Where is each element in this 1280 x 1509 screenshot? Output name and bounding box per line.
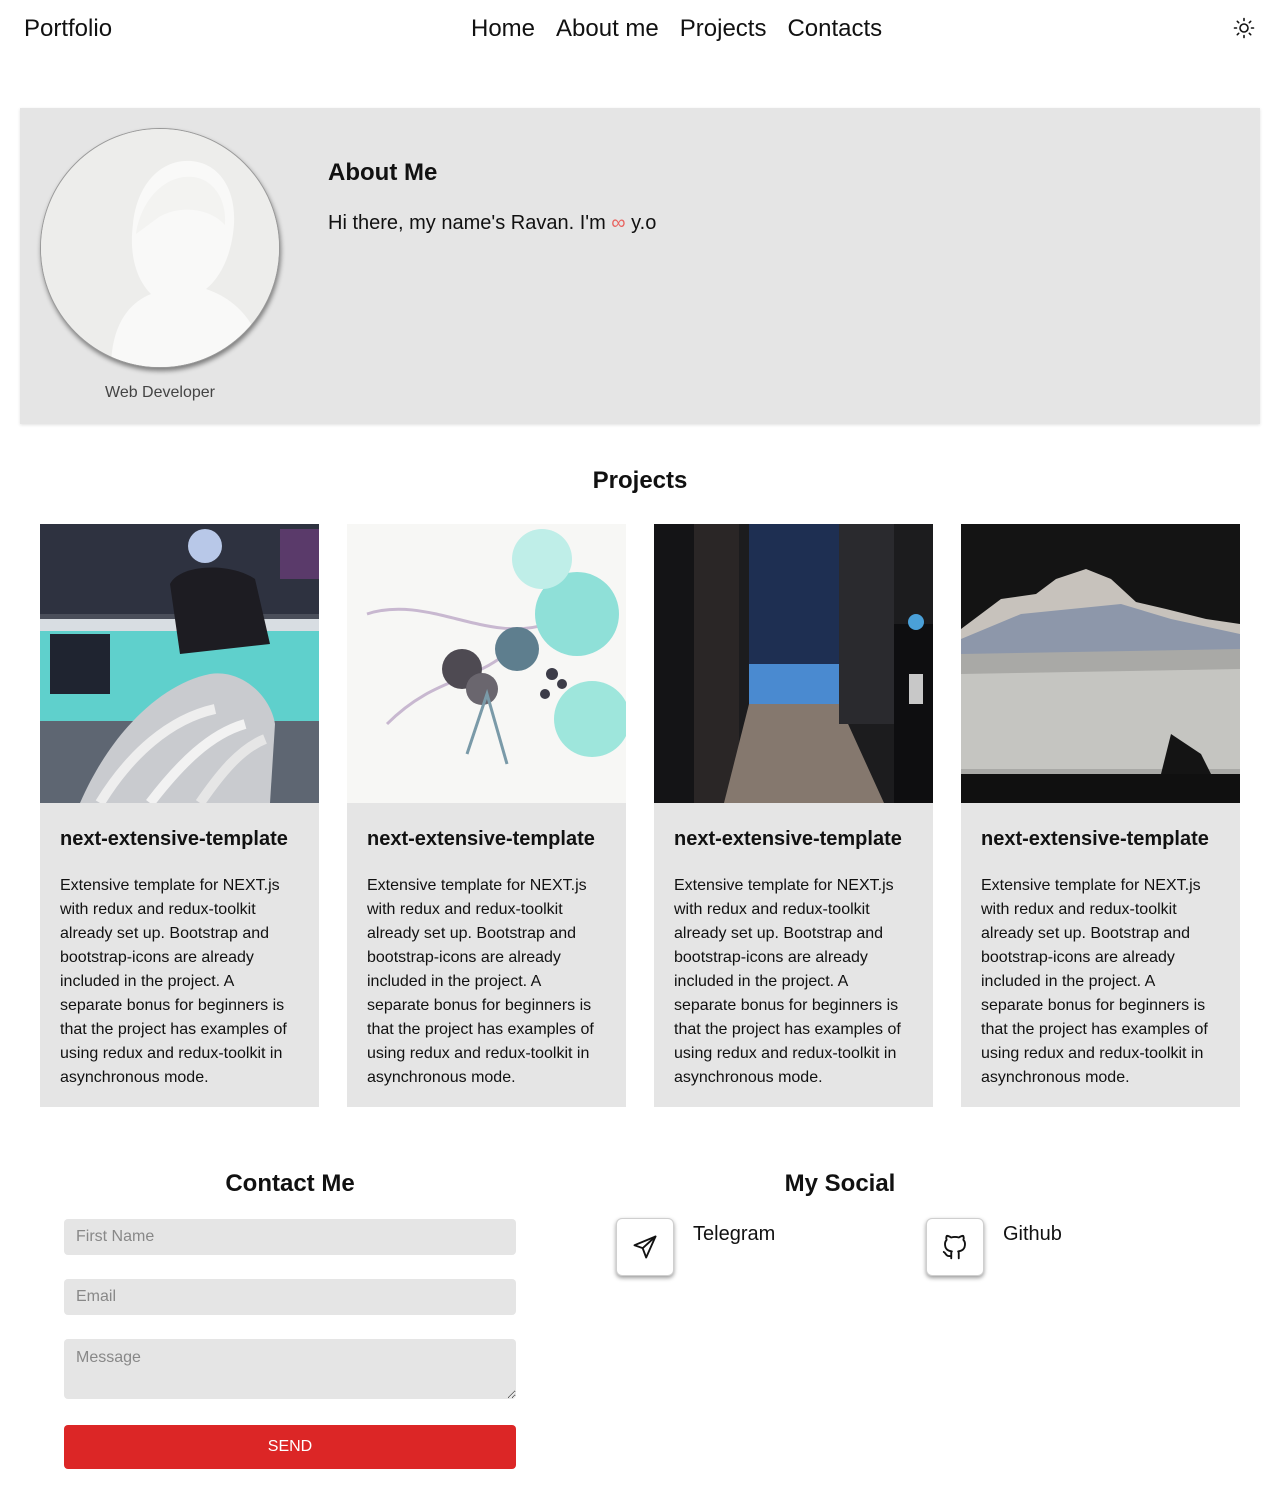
project-card[interactable]: next-extensive-template Extensive templa… bbox=[347, 524, 626, 1107]
message-textarea[interactable] bbox=[64, 1339, 516, 1399]
sun-icon[interactable] bbox=[1232, 16, 1256, 40]
about-title: About Me bbox=[328, 159, 438, 186]
project-card[interactable]: next-extensive-template Extensive templa… bbox=[40, 524, 319, 1107]
about-section: Web Developer About Me Hi there, my name… bbox=[20, 108, 1260, 424]
project-image bbox=[654, 524, 933, 803]
send-button[interactable]: SEND bbox=[64, 1425, 516, 1469]
github-label[interactable]: Github bbox=[1003, 1223, 1062, 1246]
nav-home[interactable]: Home bbox=[471, 15, 535, 43]
project-card[interactable]: next-extensive-template Extensive templa… bbox=[961, 524, 1240, 1107]
contact-title: Contact Me bbox=[225, 1170, 355, 1197]
project-title: next-extensive-template bbox=[674, 828, 902, 850]
about-intro-age: y.o bbox=[631, 212, 657, 234]
social-title: My Social bbox=[784, 1170, 896, 1197]
project-image bbox=[347, 524, 626, 803]
telegram-icon bbox=[633, 1235, 657, 1259]
project-description: Extensive template for NEXT.js with redu… bbox=[367, 877, 594, 1086]
site-header: Portfolio Home About me Projects Contact… bbox=[0, 0, 1280, 60]
project-description: Extensive template for NEXT.js with redu… bbox=[60, 877, 287, 1086]
nav-projects[interactable]: Projects bbox=[680, 15, 767, 43]
telegram-button[interactable] bbox=[616, 1218, 674, 1276]
avatar bbox=[40, 128, 280, 368]
project-description: Extensive template for NEXT.js with redu… bbox=[981, 877, 1208, 1086]
infinity-symbol: ∞ bbox=[611, 212, 626, 234]
nav-about-me[interactable]: About me bbox=[556, 15, 659, 43]
telegram-label[interactable]: Telegram bbox=[693, 1223, 775, 1246]
projects-grid: next-extensive-template Extensive templa… bbox=[40, 524, 1240, 1107]
project-card[interactable]: next-extensive-template Extensive templa… bbox=[654, 524, 933, 1107]
project-description: Extensive template for NEXT.js with redu… bbox=[674, 877, 901, 1086]
project-image bbox=[961, 524, 1240, 803]
social-telegram[interactable]: Telegram bbox=[616, 1218, 775, 1276]
projects-title: Projects bbox=[592, 467, 688, 494]
email-input[interactable] bbox=[64, 1279, 516, 1315]
brand-logo[interactable]: Portfolio bbox=[24, 15, 112, 43]
social-github[interactable]: Github bbox=[926, 1218, 1062, 1276]
role-label: Web Developer bbox=[105, 384, 215, 401]
project-image bbox=[40, 524, 319, 803]
github-icon bbox=[942, 1234, 966, 1260]
project-title: next-extensive-template bbox=[367, 828, 595, 850]
first-name-input[interactable] bbox=[64, 1219, 516, 1255]
main-nav: Home About me Projects Contacts bbox=[471, 15, 882, 43]
project-title: next-extensive-template bbox=[60, 828, 288, 850]
about-intro: Hi there, my name's Ravan. I'm ∞ y.o bbox=[328, 212, 656, 235]
about-intro-text: Hi there, my name's Ravan. I'm bbox=[328, 212, 606, 234]
project-title: next-extensive-template bbox=[981, 828, 1209, 850]
github-button[interactable] bbox=[926, 1218, 984, 1276]
nav-contacts[interactable]: Contacts bbox=[787, 15, 882, 43]
